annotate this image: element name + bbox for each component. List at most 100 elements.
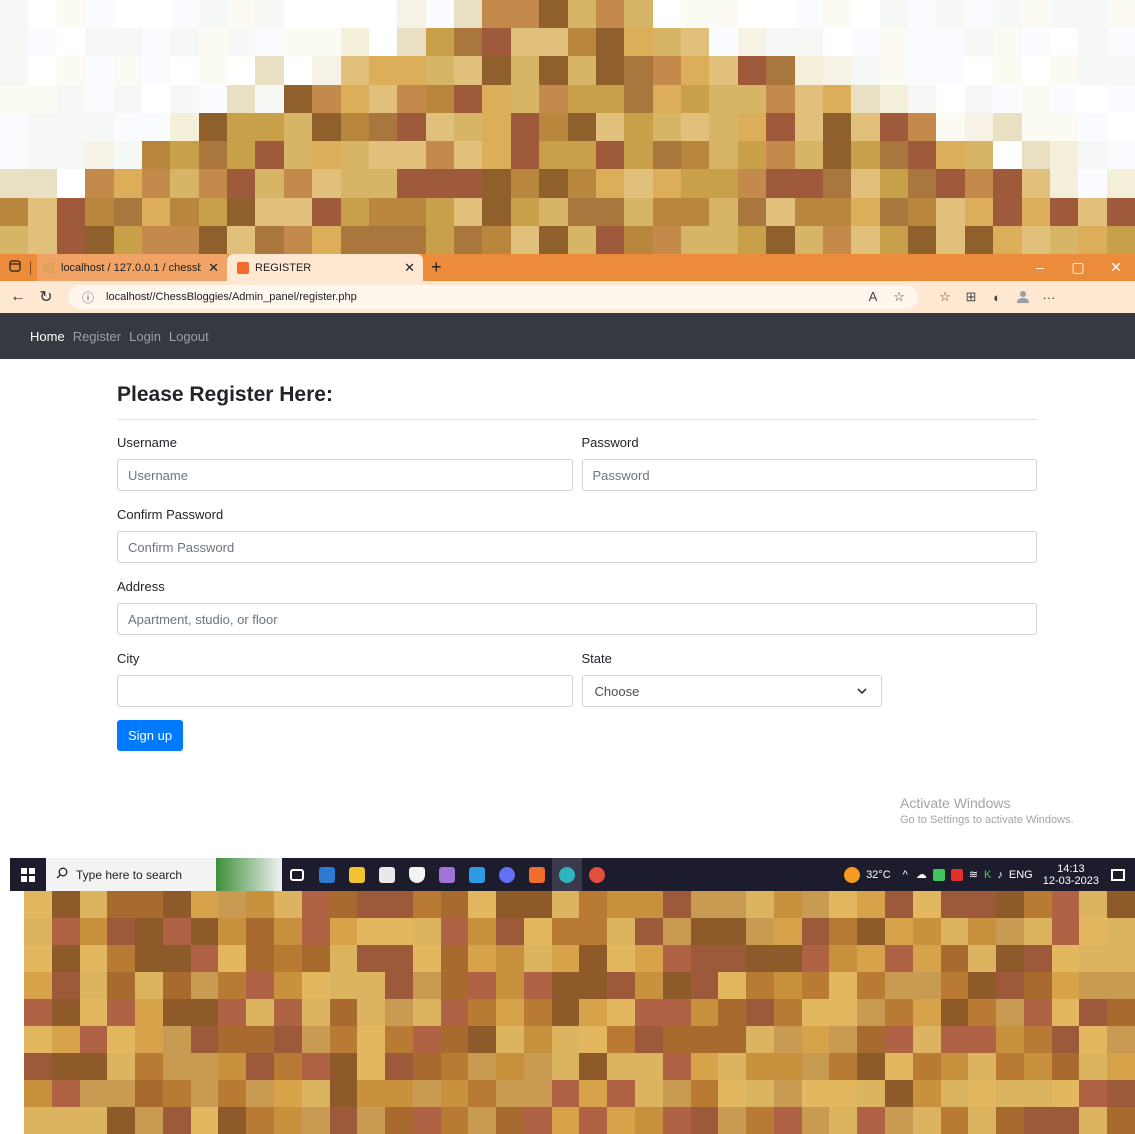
notifications-icon[interactable]: [1111, 868, 1125, 881]
mosaic-cell: [801, 1026, 830, 1053]
site-info-icon[interactable]: ⓘ: [82, 289, 94, 306]
mosaic-cell: [51, 918, 80, 945]
mosaic-cell: [113, 84, 142, 113]
mosaic-cell: [851, 197, 880, 226]
wifi-icon[interactable]: ≋: [969, 868, 978, 881]
mosaic-cell: [141, 141, 171, 170]
chevron-up-icon[interactable]: ^: [903, 869, 908, 881]
mosaic-cell: [1107, 972, 1135, 999]
vscode-icon[interactable]: [462, 858, 492, 891]
username-input[interactable]: [117, 459, 573, 491]
more-icon[interactable]: ···: [1036, 290, 1062, 305]
shield-icon[interactable]: [402, 858, 432, 891]
edge-taskbar-icon[interactable]: [552, 858, 582, 891]
mosaic-cell: [312, 141, 341, 170]
mosaic-cell: [1078, 28, 1107, 57]
task-view-icon[interactable]: [282, 858, 312, 891]
nav-home[interactable]: Home: [30, 329, 65, 344]
mosaic-cell: [718, 1026, 747, 1053]
read-aloud-icon[interactable]: A: [860, 289, 886, 305]
mosaic-cell: [936, 225, 965, 254]
mosaic-cell: [24, 1053, 52, 1080]
tab-actions-icon[interactable]: [0, 259, 30, 277]
visual-studio-icon[interactable]: [432, 858, 462, 891]
mosaic-cell: [425, 112, 454, 142]
url-field[interactable]: ⓘ localhost//ChessBloggies/Admin_panel/r…: [68, 285, 918, 309]
refresh-icon[interactable]: ↻: [32, 287, 60, 307]
nav-register[interactable]: Register: [73, 329, 121, 344]
search-highlight-icon[interactable]: [216, 858, 282, 891]
file-explorer-icon[interactable]: [342, 858, 372, 891]
mosaic-cell: [454, 84, 483, 113]
mosaic-cell: [412, 1080, 441, 1107]
close-window-button[interactable]: ✕: [1097, 259, 1135, 276]
mosaic-cell: [1107, 918, 1135, 945]
sign-up-button[interactable]: Sign up: [117, 720, 183, 751]
tray-q-icon[interactable]: [950, 868, 963, 881]
minimize-button[interactable]: –: [1021, 259, 1059, 276]
weather-icon[interactable]: [844, 866, 861, 883]
chrome-icon[interactable]: [582, 858, 612, 891]
tray-app-icon[interactable]: [932, 868, 945, 881]
tab-register[interactable]: REGISTER ✕: [227, 254, 423, 281]
mosaic-cell: [652, 169, 681, 198]
edge-icon[interactable]: ◐: [984, 290, 1010, 305]
mosaic-cell: [908, 84, 937, 113]
store-icon[interactable]: [372, 858, 402, 891]
mosaic-cell: [539, 56, 568, 85]
volume-icon[interactable]: ♪: [997, 869, 1003, 881]
windows-start-icon[interactable]: [10, 867, 46, 882]
collections-icon[interactable]: ⊞: [958, 289, 984, 305]
mosaic-cell: [227, 141, 256, 170]
mosaic-cell: [551, 945, 580, 972]
nav-login[interactable]: Login: [129, 329, 161, 344]
profile-icon[interactable]: [1010, 289, 1036, 306]
mosaic-cell: [468, 891, 497, 918]
restore-button[interactable]: ▢: [1059, 259, 1097, 276]
mosaic-cell: [454, 0, 483, 29]
mosaic-cell: [28, 225, 57, 254]
back-arrow-icon[interactable]: ←: [4, 288, 32, 306]
confirm-password-input[interactable]: [117, 531, 1037, 563]
tab-phpmyadmin[interactable]: localhost / 127.0.0.1 / chessblog ✕: [37, 254, 227, 281]
tray-k-icon[interactable]: K: [984, 869, 991, 881]
mosaic-cell: [496, 945, 524, 972]
mosaic-cell: [273, 1053, 302, 1080]
mosaic-cell: [885, 999, 913, 1026]
nav-logout[interactable]: Logout: [169, 329, 209, 344]
mosaic-cell: [624, 28, 653, 57]
mosaic-cell: [368, 84, 398, 113]
mosaic-cell: [857, 891, 886, 918]
close-icon[interactable]: ✕: [208, 260, 219, 276]
mosaic-cell: [746, 945, 774, 972]
mosaic-cell: [218, 999, 247, 1026]
state-select[interactable]: Choose: [581, 675, 882, 707]
address-input[interactable]: [117, 603, 1037, 635]
xampp-icon[interactable]: [522, 858, 552, 891]
favorite-add-icon[interactable]: ☆: [886, 289, 912, 305]
city-input[interactable]: [117, 675, 573, 707]
weather-temperature[interactable]: 32°C: [866, 869, 891, 881]
mosaic-cell: [51, 1107, 80, 1134]
tab-label: REGISTER: [255, 261, 312, 274]
mosaic-cell: [198, 197, 227, 226]
mosaic-cell: [246, 891, 274, 918]
language-indicator[interactable]: ENG: [1009, 869, 1033, 881]
mosaic-cell: [624, 84, 653, 113]
mosaic-cell: [412, 891, 441, 918]
new-tab-button[interactable]: +: [431, 257, 442, 278]
mosaic-cell: [912, 891, 941, 918]
mosaic-cell: [368, 225, 398, 254]
favorites-icon[interactable]: ☆: [932, 289, 958, 305]
app-icon[interactable]: [312, 858, 342, 891]
mosaic-cell: [879, 225, 908, 254]
close-icon[interactable]: ✕: [404, 260, 415, 276]
discord-icon[interactable]: [492, 858, 522, 891]
mosaic-cell: [56, 0, 86, 29]
onedrive-icon[interactable]: ☁: [916, 868, 927, 881]
password-input[interactable]: [581, 459, 1037, 491]
clock-date: 12-03-2023: [1042, 874, 1099, 887]
clock[interactable]: 14:13 12-03-2023: [1043, 863, 1099, 887]
taskbar-search[interactable]: Type here to search: [46, 858, 216, 891]
mosaic-cell: [908, 56, 937, 85]
